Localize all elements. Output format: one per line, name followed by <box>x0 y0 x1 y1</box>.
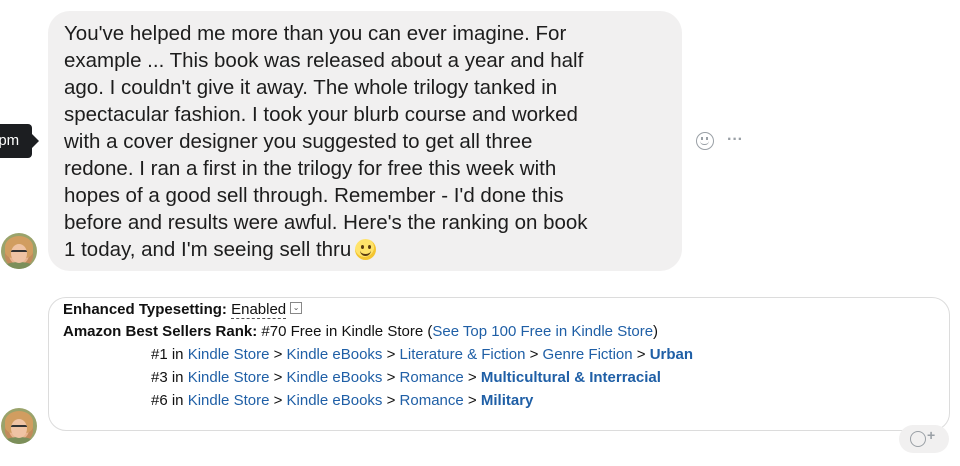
add-reaction-icon <box>910 431 926 447</box>
category-link[interactable]: Literature & Fiction <box>400 346 526 363</box>
slightly-smiling-face-emoji-icon <box>355 239 377 260</box>
attachment-card[interactable]: Enhanced Typesetting: Enabled ⌄ Amazon Be… <box>48 297 950 431</box>
more-options-icon[interactable]: ··· <box>724 131 746 151</box>
sub-rank-row: #1 in Kindle Store > Kindle eBooks > Lit… <box>151 346 694 363</box>
timestamp-tooltip: 8pm <box>0 124 39 158</box>
rank-main: #70 Free in Kindle Store ( <box>261 323 433 340</box>
category-link[interactable]: Romance <box>400 369 464 386</box>
message-text: You've helped me more than you can ever … <box>64 22 588 261</box>
see-top-100-link[interactable]: See Top 100 Free in Kindle Store <box>432 323 653 340</box>
add-reaction-button[interactable]: + <box>899 425 949 453</box>
category-link[interactable]: Kindle eBooks <box>287 346 383 363</box>
category-link[interactable]: Kindle eBooks <box>287 392 383 409</box>
message-bubble[interactable]: You've helped me more than you can ever … <box>48 11 682 271</box>
plus-icon: + <box>927 427 936 443</box>
category-link[interactable]: Kindle eBooks <box>287 369 383 386</box>
category-link[interactable]: Kindle Store <box>188 346 270 363</box>
category-leaf-link[interactable]: Multicultural & Interracial <box>481 369 661 386</box>
avatar[interactable] <box>1 408 37 444</box>
category-link[interactable]: Kindle Store <box>188 392 270 409</box>
category-leaf-link[interactable]: Urban <box>650 346 693 363</box>
rank-label: Amazon Best Sellers Rank: <box>63 323 258 340</box>
chevron-down-icon[interactable]: ⌄ <box>290 302 303 314</box>
sub-rank-row: #3 in Kindle Store > Kindle eBooks > Rom… <box>151 369 661 386</box>
category-link[interactable]: Kindle Store <box>188 369 270 386</box>
typesetting-row: Enhanced Typesetting: Enabled ⌄ <box>63 300 303 320</box>
typesetting-label: Enhanced Typesetting: <box>63 301 227 318</box>
sub-rank-row: #6 in Kindle Store > Kindle eBooks > Rom… <box>151 392 534 409</box>
avatar[interactable] <box>1 233 37 269</box>
typesetting-value: Enabled <box>231 301 287 319</box>
category-link[interactable]: Genre Fiction <box>543 346 633 363</box>
smiley-react-icon[interactable] <box>696 132 714 150</box>
best-sellers-rank-row: Amazon Best Sellers Rank: #70 Free in Ki… <box>63 323 659 340</box>
category-leaf-link[interactable]: Military <box>481 392 534 409</box>
category-link[interactable]: Romance <box>400 392 464 409</box>
